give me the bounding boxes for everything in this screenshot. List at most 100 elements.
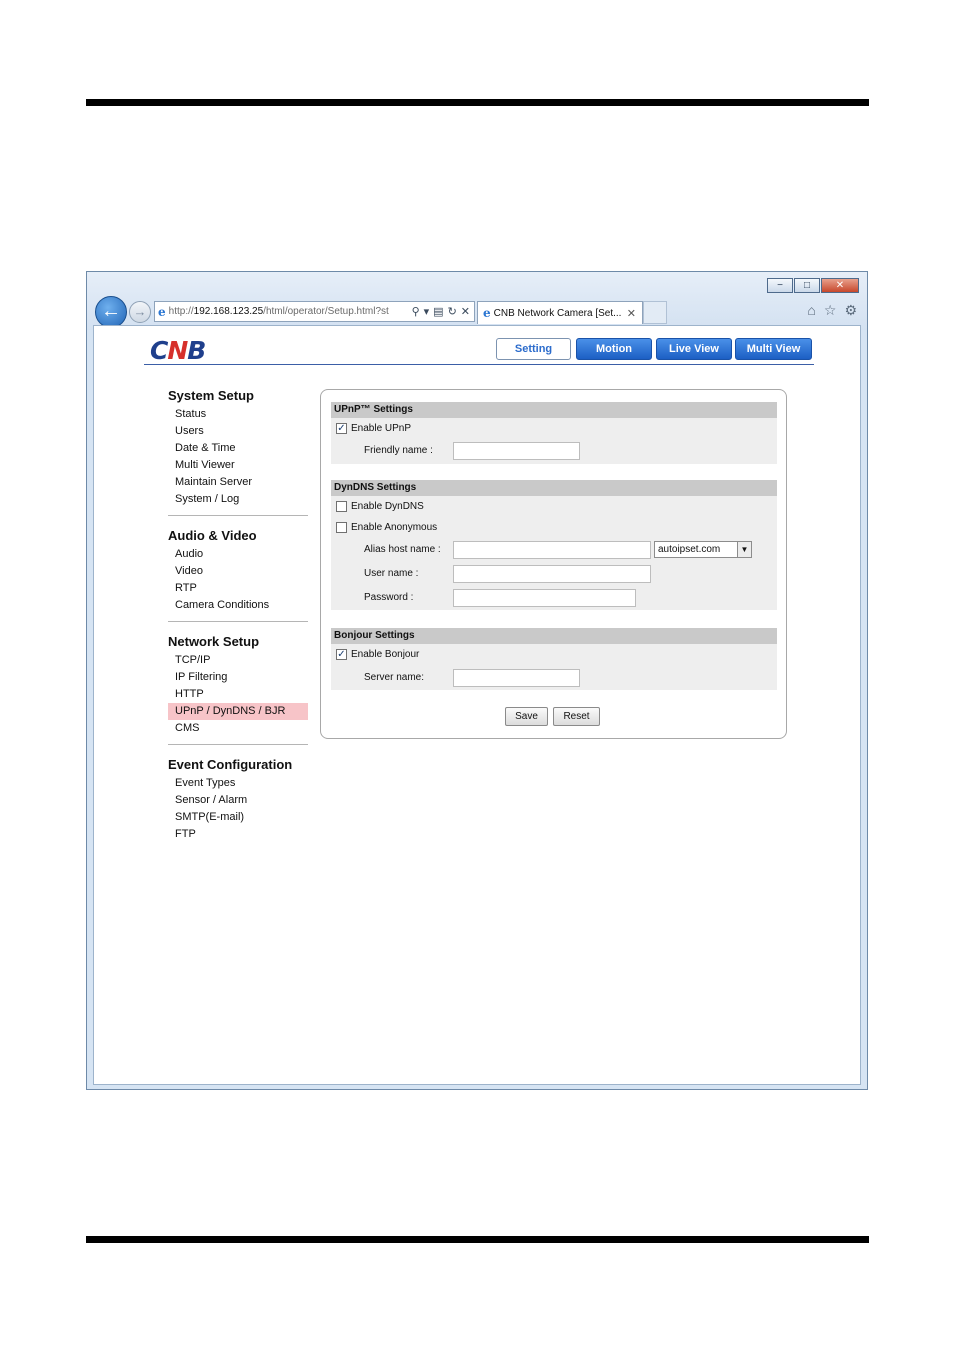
enable-bonjour-row: ✓ Enable Bonjour <box>336 649 419 660</box>
sidebar-item-http[interactable]: HTTP <box>168 686 308 703</box>
dropdown-icon[interactable]: ▾ <box>424 305 430 318</box>
address-bar[interactable]: e http://192.168.123.25/html/operator/Se… <box>154 301 475 322</box>
logo-letter-b: B <box>187 336 206 365</box>
enable-upnp-label: Enable UPnP <box>351 423 412 434</box>
cnb-logo: CNB <box>150 336 206 365</box>
sidebar-divider <box>168 515 308 516</box>
address-tools: ⚲ ▾ ▤ ↻ ✕ <box>412 305 474 318</box>
sidebar-item-smtp-email[interactable]: SMTP(E-mail) <box>168 809 308 826</box>
document-top-rule <box>86 99 869 106</box>
nav-multi-view-button[interactable]: Multi View <box>735 338 812 360</box>
bonjour-settings-body: ✓ Enable Bonjour Server name: <box>331 644 777 690</box>
sidebar-item-upnp-dyndns-bjr[interactable]: UPnP / DynDNS / BJR <box>168 703 308 720</box>
tab-title: CNB Network Camera [Set... <box>493 307 622 319</box>
sidebar-item-ip-filtering[interactable]: IP Filtering <box>168 669 308 686</box>
nav-live-view-button[interactable]: Live View <box>656 338 732 360</box>
sidebar-item-audio[interactable]: Audio <box>168 546 308 563</box>
nav-motion-button[interactable]: Motion <box>576 338 652 360</box>
chevron-down-icon: ▼ <box>737 542 751 557</box>
stop-icon[interactable]: ✕ <box>461 305 470 318</box>
browser-toolbar: ⌂ ☆ ⚙ <box>807 302 857 319</box>
enable-anonymous-row: Enable Anonymous <box>336 522 437 533</box>
save-button[interactable]: Save <box>505 707 548 726</box>
alias-host-name-label: Alias host name : <box>364 544 441 555</box>
favorites-star-icon[interactable]: ☆ <box>824 302 837 319</box>
sidebar-item-cms[interactable]: CMS <box>168 720 308 737</box>
url-scheme: http:// <box>168 306 194 317</box>
new-tab-button[interactable] <box>643 301 667 324</box>
enable-upnp-row: ✓ Enable UPnP <box>336 423 411 434</box>
nav-setting-button[interactable]: Setting <box>496 338 571 360</box>
reset-button[interactable]: Reset <box>553 707 600 726</box>
sidebar-title-system-setup: System Setup <box>168 388 254 403</box>
browser-tab[interactable]: e CNB Network Camera [Set... ✕ <box>477 301 643 324</box>
minimize-button[interactable]: − <box>767 278 793 293</box>
settings-panel: UPnP™ Settings ✓ Enable UPnP Friendly na… <box>320 389 787 739</box>
browser-titlebar: − □ ✕ ← → e http://192.168.123.25/html/o… <box>87 272 867 330</box>
gear-icon[interactable]: ⚙ <box>844 302 857 319</box>
sidebar-divider <box>168 621 308 622</box>
sidebar-item-multi-viewer[interactable]: Multi Viewer <box>168 457 308 474</box>
domain-select[interactable]: autoipset.com ▼ <box>654 541 752 558</box>
bonjour-settings-header: Bonjour Settings <box>331 628 777 644</box>
sidebar-item-system-log[interactable]: System / Log <box>168 491 308 508</box>
password-label: Password : <box>364 592 414 603</box>
sidebar-title-network-setup: Network Setup <box>168 634 260 649</box>
tab-page-icon: e <box>483 306 491 320</box>
logo-letter-n: N <box>167 336 188 365</box>
enable-bonjour-checkbox[interactable]: ✓ <box>336 649 347 660</box>
header-divider <box>144 364 814 365</box>
page-viewport: CNB Setting Motion Live View Multi View … <box>93 325 861 1085</box>
password-input[interactable] <box>453 589 636 607</box>
back-arrow-icon[interactable]: ← <box>95 296 127 328</box>
enable-dyndns-checkbox[interactable] <box>336 501 347 512</box>
sidebar-item-users[interactable]: Users <box>168 423 308 440</box>
dyndns-settings-header: DynDNS Settings <box>331 480 777 496</box>
setup-sidebar: System Setup Status Users Date & Time Mu… <box>168 386 308 843</box>
sidebar-title-audio-video: Audio & Video <box>168 528 257 543</box>
sidebar-title-event-configuration: Event Configuration <box>168 757 293 772</box>
logo-letter-c: C <box>150 336 168 365</box>
close-button[interactable]: ✕ <box>821 278 859 293</box>
sidebar-item-date-time[interactable]: Date & Time <box>168 440 308 457</box>
sidebar-item-status[interactable]: Status <box>168 406 308 423</box>
browser-window: − □ ✕ ← → e http://192.168.123.25/html/o… <box>86 271 868 1090</box>
domain-select-value: autoipset.com <box>658 544 721 555</box>
upnp-settings-body: ✓ Enable UPnP Friendly name : <box>331 418 777 464</box>
sidebar-item-camera-conditions[interactable]: Camera Conditions <box>168 597 308 614</box>
sidebar-item-maintain-server[interactable]: Maintain Server <box>168 474 308 491</box>
window-controls: − □ ✕ <box>766 278 859 293</box>
enable-upnp-checkbox[interactable]: ✓ <box>336 423 347 434</box>
compat-view-icon[interactable]: ▤ <box>433 305 443 318</box>
server-name-label: Server name: <box>364 672 425 683</box>
user-name-label: User name : <box>364 568 419 579</box>
sidebar-item-video[interactable]: Video <box>168 563 308 580</box>
sidebar-item-rtp[interactable]: RTP <box>168 580 308 597</box>
friendly-name-label: Friendly name : <box>364 445 433 456</box>
enable-anonymous-checkbox[interactable] <box>336 522 347 533</box>
dyndns-settings-body: Enable DynDNS Enable Anonymous Alias hos… <box>331 496 777 610</box>
alias-host-name-input[interactable] <box>453 541 651 559</box>
search-icon[interactable]: ⚲ <box>412 305 420 318</box>
upnp-settings-header: UPnP™ Settings <box>331 402 777 418</box>
url-host: 192.168.123.25 <box>193 306 264 317</box>
home-icon[interactable]: ⌂ <box>807 302 815 319</box>
forward-arrow-icon[interactable]: → <box>129 301 151 323</box>
sidebar-divider <box>168 744 308 745</box>
tab-close-icon[interactable]: ✕ <box>627 307 636 320</box>
friendly-name-input[interactable] <box>453 442 580 460</box>
user-name-input[interactable] <box>453 565 651 583</box>
document-bottom-rule <box>86 1236 869 1243</box>
enable-anonymous-label: Enable Anonymous <box>351 522 438 533</box>
sidebar-item-event-types[interactable]: Event Types <box>168 775 308 792</box>
server-name-input[interactable] <box>453 669 580 687</box>
url-path: /html/operator/Setup.html?st <box>263 306 389 317</box>
maximize-button[interactable]: □ <box>794 278 820 293</box>
ie-page-icon: e <box>158 304 166 319</box>
sidebar-item-ftp[interactable]: FTP <box>168 826 308 843</box>
sidebar-item-sensor-alarm[interactable]: Sensor / Alarm <box>168 792 308 809</box>
refresh-icon[interactable]: ↻ <box>448 305 457 318</box>
enable-dyndns-row: Enable DynDNS <box>336 501 424 512</box>
enable-bonjour-label: Enable Bonjour <box>351 649 420 660</box>
sidebar-item-tcp-ip[interactable]: TCP/IP <box>168 652 308 669</box>
